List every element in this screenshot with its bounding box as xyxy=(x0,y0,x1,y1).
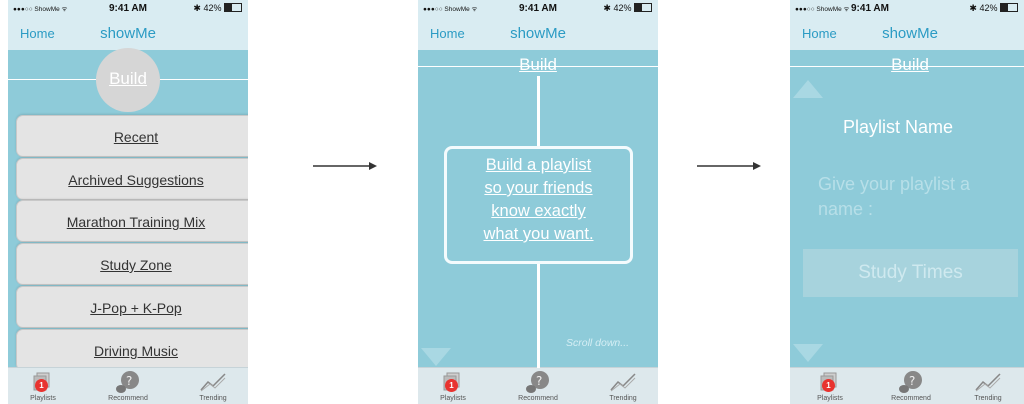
playlists-icon: 1 xyxy=(423,370,483,394)
tab-label: Trending xyxy=(199,395,227,402)
prompt-line: Build a playlist xyxy=(485,156,592,174)
battery-indicator: ✱ 42% xyxy=(603,3,652,14)
svg-text:?: ? xyxy=(909,374,915,388)
connector-line xyxy=(537,76,540,146)
playlists-icon: 1 xyxy=(800,370,860,394)
playlist-menu-item[interactable]: Driving Music xyxy=(16,329,248,371)
tab-bar: 1 Playlists ? Recommend Trending xyxy=(790,367,1024,404)
playlist-name-input[interactable]: Study Times xyxy=(803,249,1018,297)
build-title: Build xyxy=(519,55,557,74)
trending-icon xyxy=(958,370,1018,394)
tab-trending[interactable]: Trending xyxy=(958,370,1018,402)
tab-label: Playlists xyxy=(817,395,843,402)
tab-label: Trending xyxy=(609,395,637,402)
battery-label: ✱ 42% xyxy=(603,3,632,13)
phone-screen-1: ●●●○○ ShowMe ᯤ 9:41 AM ✱ 42% Home showMe… xyxy=(8,0,248,404)
svg-text:?: ? xyxy=(536,374,542,388)
status-bar: ●●●○○ ShowMe ᯤ 9:41 AM ✱ 42% xyxy=(418,0,658,18)
app-title: showMe xyxy=(882,25,938,42)
battery-icon xyxy=(1000,3,1018,12)
playlist-name-hint: Give your playlist a name : xyxy=(818,172,970,222)
build-title: Build xyxy=(891,55,929,74)
battery-indicator: ✱ 42% xyxy=(969,3,1018,14)
battery-indicator: ✱ 42% xyxy=(193,3,242,14)
battery-label: ✱ 42% xyxy=(193,3,222,13)
tab-bar: 1 Playlists ? Recommend Trending xyxy=(418,367,658,404)
playlist-menu-item[interactable]: Study Zone xyxy=(16,243,248,285)
battery-label: ✱ 42% xyxy=(969,3,998,13)
connector-line xyxy=(537,264,540,368)
prompt-line: so your friends xyxy=(484,179,593,197)
hint-line: Give your playlist a xyxy=(818,174,971,194)
build-prompt-box[interactable]: Build a playlist so your friends know ex… xyxy=(444,146,633,264)
tab-label: Playlists xyxy=(30,395,56,402)
tab-label: Recommend xyxy=(518,395,558,402)
playlist-menu-item[interactable]: Archived Suggestions xyxy=(16,158,248,200)
status-bar: ●●●○○ ShowMe ᯤ 9:41 AM ✱ 42% xyxy=(790,0,1024,18)
tab-playlists[interactable]: 1 Playlists xyxy=(800,370,860,402)
playlists-badge: 1 xyxy=(35,379,48,392)
recommend-icon: ? xyxy=(508,370,568,394)
tab-playlists[interactable]: 1 Playlists xyxy=(423,370,483,402)
playlist-menu-item[interactable]: Recent xyxy=(16,115,248,157)
battery-icon xyxy=(224,3,242,12)
prompt-line: what you want. xyxy=(483,225,594,243)
flow-arrow-icon xyxy=(697,162,761,170)
hint-line: name : xyxy=(818,199,874,219)
recommend-icon: ? xyxy=(98,370,158,394)
playlist-name-heading: Playlist Name xyxy=(843,117,954,137)
tab-bar: 1 Playlists ? Recommend Trending xyxy=(8,367,248,404)
playlists-badge: 1 xyxy=(822,379,835,392)
recommend-icon: ? xyxy=(881,370,941,394)
tab-label: Trending xyxy=(974,395,1002,402)
scroll-down-icon[interactable] xyxy=(421,348,451,366)
status-bar: ●●●○○ ShowMe ᯤ 9:41 AM ✱ 42% xyxy=(8,0,248,18)
app-title: showMe xyxy=(100,25,156,42)
prompt-line: know exactly xyxy=(491,202,586,220)
trending-icon xyxy=(183,370,243,394)
svg-text:?: ? xyxy=(126,374,132,388)
trending-icon xyxy=(593,370,653,394)
nav-bar: Home showMe xyxy=(790,18,1024,50)
playlists-badge: 1 xyxy=(445,379,458,392)
nav-bar: Home showMe xyxy=(8,18,248,50)
build-button[interactable]: Build xyxy=(96,48,160,112)
scroll-up-icon[interactable] xyxy=(793,80,823,98)
nav-bar: Home showMe xyxy=(418,18,658,50)
playlist-menu-item[interactable]: Marathon Training Mix xyxy=(16,200,248,242)
tab-recommend[interactable]: ? Recommend xyxy=(881,370,941,402)
playlist-menu-item[interactable]: J-Pop + K-Pop xyxy=(16,286,248,328)
tab-trending[interactable]: Trending xyxy=(593,370,653,402)
tab-trending[interactable]: Trending xyxy=(183,370,243,402)
flow-arrow-icon xyxy=(313,162,377,170)
tab-recommend[interactable]: ? Recommend xyxy=(508,370,568,402)
clock: 9:41 AM xyxy=(851,3,889,14)
tab-label: Playlists xyxy=(440,395,466,402)
battery-icon xyxy=(634,3,652,12)
app-title: showMe xyxy=(510,25,566,42)
playlists-icon: 1 xyxy=(13,370,73,394)
scroll-hint: Scroll down... xyxy=(566,337,630,349)
scroll-down-icon[interactable] xyxy=(793,344,823,362)
tab-label: Recommend xyxy=(108,395,148,402)
tab-playlists[interactable]: 1 Playlists xyxy=(13,370,73,402)
tab-label: Recommend xyxy=(891,395,931,402)
tab-recommend[interactable]: ? Recommend xyxy=(98,370,158,402)
